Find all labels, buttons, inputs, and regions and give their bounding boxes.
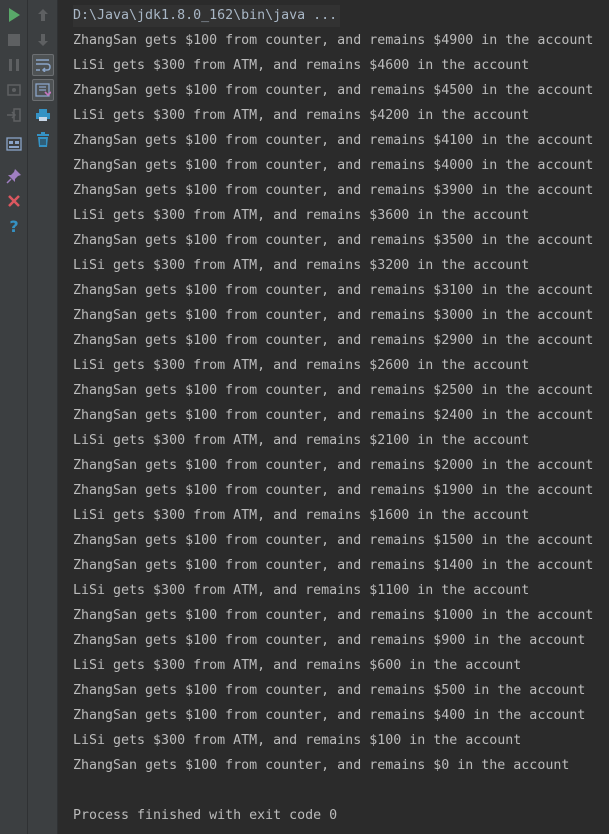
exit-button[interactable] <box>3 104 25 126</box>
output-line: ZhangSan gets $100 from counter, and rem… <box>73 533 594 548</box>
close-button[interactable] <box>3 190 25 212</box>
exit-icon <box>7 108 21 122</box>
help-icon: ? <box>9 218 18 234</box>
output-line: ZhangSan gets $100 from counter, and rem… <box>73 133 594 148</box>
layout-icon <box>6 137 22 151</box>
output-line: LiSi gets $300 from ATM, and remains $46… <box>73 58 530 73</box>
output-line: ZhangSan gets $100 from counter, and rem… <box>73 458 594 473</box>
run-toolbar-right <box>28 0 58 834</box>
down-stack-trace-button[interactable] <box>32 29 54 51</box>
soft-wrap-icon <box>36 59 51 72</box>
output-line: LiSi gets $300 from ATM, and remains $36… <box>73 208 530 223</box>
pin-button[interactable] <box>3 165 25 187</box>
output-line: ZhangSan gets $100 from counter, and rem… <box>73 33 594 48</box>
output-line: ZhangSan gets $100 from counter, and rem… <box>73 633 586 648</box>
output-line: ZhangSan gets $100 from counter, and rem… <box>73 83 594 98</box>
console-output[interactable]: D:\Java\jdk1.8.0_162\bin\java ... ZhangS… <box>58 0 609 834</box>
restore-layout-button[interactable] <box>3 133 25 155</box>
print-icon <box>36 109 50 121</box>
output-line: LiSi gets $300 from ATM, and remains $32… <box>73 258 530 273</box>
pause-button[interactable] <box>3 54 25 76</box>
output-line: ZhangSan gets $100 from counter, and rem… <box>73 233 594 248</box>
clear-all-button[interactable] <box>32 129 54 151</box>
output-line: LiSi gets $300 from ATM, and remains $10… <box>73 733 522 748</box>
output-line: LiSi gets $300 from ATM, and remains $21… <box>73 433 530 448</box>
output-line: ZhangSan gets $100 from counter, and rem… <box>73 383 594 398</box>
output-line: ZhangSan gets $100 from counter, and rem… <box>73 483 594 498</box>
output-line: ZhangSan gets $100 from counter, and rem… <box>73 683 586 698</box>
pause-icon <box>9 59 19 71</box>
scroll-to-end-button[interactable] <box>32 79 54 101</box>
stop-button[interactable] <box>3 29 25 51</box>
svg-text:?: ? <box>9 218 18 234</box>
dump-threads-button[interactable] <box>3 79 25 101</box>
output-line: ZhangSan gets $100 from counter, and rem… <box>73 408 594 423</box>
output-line: LiSi gets $300 from ATM, and remains $11… <box>73 583 530 598</box>
output-line: ZhangSan gets $100 from counter, and rem… <box>73 333 594 348</box>
exit-message: Process finished with exit code 0 <box>73 808 338 823</box>
output-line: ZhangSan gets $100 from counter, and rem… <box>73 708 586 723</box>
pin-icon <box>6 169 21 184</box>
up-arrow-icon <box>38 9 48 21</box>
run-tool-window: ? D:\Java\jdk1.8.0_162\bin\java ... Zhan… <box>0 0 609 834</box>
stop-icon <box>8 34 20 46</box>
output-line: ZhangSan gets $100 from counter, and rem… <box>73 558 594 573</box>
clear-all-icon <box>37 132 49 147</box>
print-button[interactable] <box>32 104 54 126</box>
dump-threads-icon <box>7 84 21 96</box>
rerun-button[interactable] <box>3 4 25 26</box>
output-line: ZhangSan gets $100 from counter, and rem… <box>73 308 594 323</box>
output-line: ZhangSan gets $100 from counter, and rem… <box>73 608 594 623</box>
output-line: LiSi gets $300 from ATM, and remains $60… <box>73 658 522 673</box>
output-line: LiSi gets $300 from ATM, and remains $26… <box>73 358 530 373</box>
output-line: ZhangSan gets $100 from counter, and rem… <box>73 758 570 773</box>
output-line: LiSi gets $300 from ATM, and remains $42… <box>73 108 530 123</box>
help-button[interactable]: ? <box>3 215 25 237</box>
command-line[interactable]: D:\Java\jdk1.8.0_162\bin\java ... <box>73 5 341 27</box>
up-stack-trace-button[interactable] <box>32 4 54 26</box>
soft-wrap-button[interactable] <box>32 54 54 76</box>
output-line: LiSi gets $300 from ATM, and remains $16… <box>73 508 530 523</box>
down-arrow-icon <box>38 34 48 46</box>
rerun-icon <box>9 8 20 22</box>
scroll-to-end-icon <box>35 83 51 97</box>
run-toolbar-left: ? <box>0 0 28 834</box>
output-line: ZhangSan gets $100 from counter, and rem… <box>73 158 594 173</box>
output-line: ZhangSan gets $100 from counter, and rem… <box>73 183 594 198</box>
output-line: ZhangSan gets $100 from counter, and rem… <box>73 283 594 298</box>
close-icon <box>8 195 20 207</box>
